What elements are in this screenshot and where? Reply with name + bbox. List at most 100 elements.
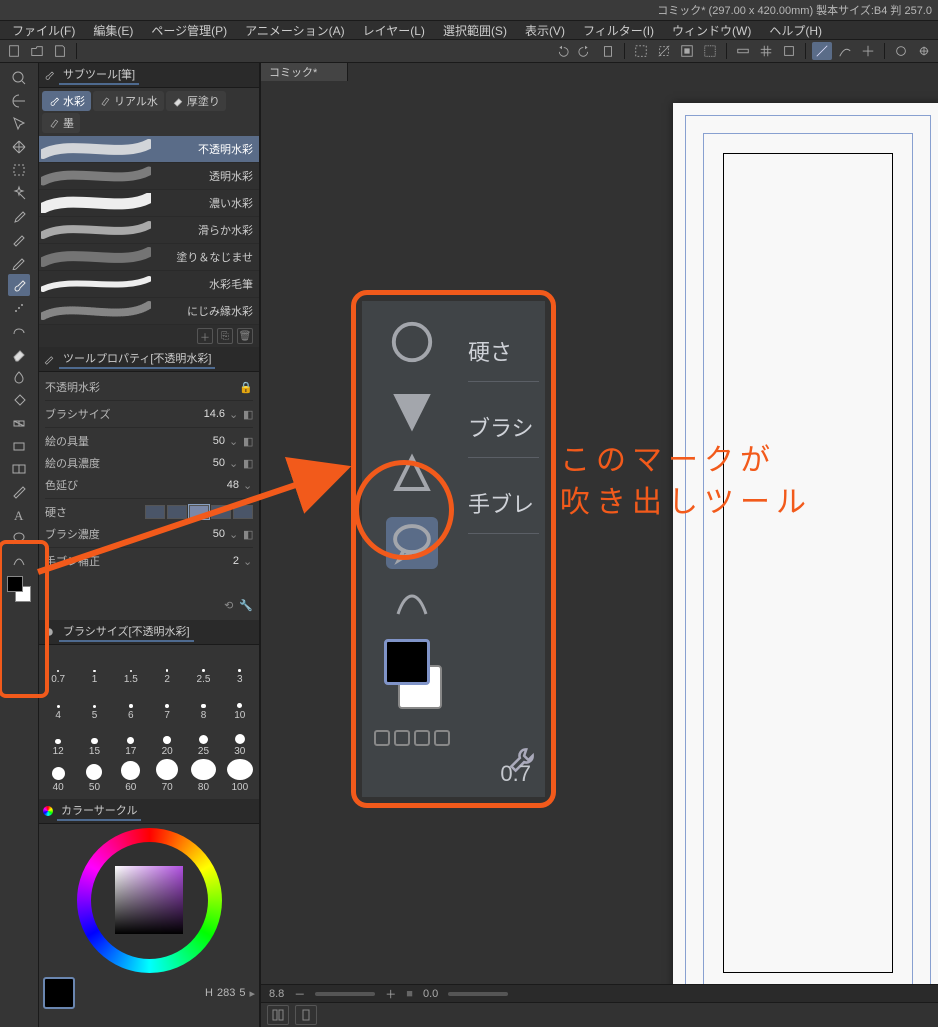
tool-operation[interactable] [8,113,30,135]
lock-icon[interactable]: 🔒 [239,381,253,394]
brushsize-cell[interactable]: 40 [41,759,75,793]
tb-border-icon[interactable] [700,42,720,60]
tool-gradient[interactable] [8,412,30,434]
page-layout-icon[interactable] [267,1005,289,1025]
add-brush-icon[interactable]: ＋ [197,328,213,344]
tb-save-icon[interactable] [50,42,70,60]
tool-ruler-icon[interactable] [8,481,30,503]
brushsize-cell[interactable]: 60 [114,759,148,793]
menu-layer[interactable]: レイヤー(L) [357,21,431,40]
tool-text[interactable]: A [8,504,30,526]
zoom-out-icon[interactable]: － [294,986,305,1002]
canvas-page[interactable] [673,103,938,1023]
menu-edit[interactable]: 編集(E) [87,21,139,40]
brushsize-cell[interactable]: 15 [77,723,111,757]
brushsize-cell[interactable]: 25 [186,723,220,757]
hardness-cells[interactable] [145,505,253,519]
tool-pencil[interactable] [8,251,30,273]
prop-paint-amount[interactable]: 絵の具量 50 ⌄◧ [45,430,253,452]
dynamics-icon[interactable]: ◧ [243,408,253,421]
copy-brush-icon[interactable]: ⎘ [217,328,233,344]
menu-select[interactable]: 選択範囲(S) [437,21,513,40]
brush-item[interactable]: 濃い水彩 [39,190,259,217]
brushsize-cell[interactable]: 3 [223,651,257,685]
brushsize-cell[interactable]: 12 [41,723,75,757]
menu-view[interactable]: 表示(V) [519,21,571,40]
tb-invert-icon[interactable] [677,42,697,60]
tool-eyedropper[interactable] [8,205,30,227]
prop-brushsize[interactable]: ブラシサイズ 14.6 ⌄ ◧ [45,403,253,425]
prop-hardness[interactable]: 硬さ [45,501,253,523]
tb-snap-icon[interactable] [812,42,832,60]
tool-zoom[interactable] [8,67,30,89]
tool-select-wand[interactable] [8,182,30,204]
prop-stabilize[interactable]: 手ブレ補正 2 ⌄ [45,550,253,572]
angle-slider[interactable] [448,992,508,996]
brushsize-cell[interactable]: 80 [186,759,220,793]
zoom-value[interactable]: 8.8 [269,988,284,1000]
document-tab[interactable]: コミック* [261,63,348,81]
angle-value[interactable]: 0.0 [423,988,438,1000]
menu-animation[interactable]: アニメーション(A) [239,21,351,40]
page-single-icon[interactable] [295,1005,317,1025]
tool-pen[interactable] [8,228,30,250]
delete-brush-icon[interactable]: 🗑 [237,328,253,344]
brushsize-cell[interactable]: 5 [77,687,111,721]
reset-icon[interactable]: ⟲ [224,599,233,612]
tb-snap-special-icon[interactable] [858,42,878,60]
brushsize-cell[interactable]: 0.7 [41,651,75,685]
zoom-in-icon[interactable]: ＋ [385,986,396,1002]
tool-deco[interactable] [8,320,30,342]
menu-page[interactable]: ページ管理(P) [145,21,233,40]
prop-brush-density[interactable]: ブラシ濃度 50 ⌄◧ [45,523,253,545]
brush-item[interactable]: にじみ縁水彩 [39,298,259,325]
tb-ruler-icon[interactable] [733,42,753,60]
menu-help[interactable]: ヘルプ(H) [763,21,828,40]
brushsize-cell[interactable]: 17 [114,723,148,757]
tool-figure[interactable] [8,435,30,457]
brushsize-cell[interactable]: 70 [150,759,184,793]
zoom-slider[interactable] [315,992,375,996]
tb-new-icon[interactable] [4,42,24,60]
tool-fill[interactable] [8,389,30,411]
tb-store-icon[interactable] [914,42,934,60]
tool-correct-line[interactable] [8,550,30,572]
tb-redo-icon[interactable] [575,42,595,60]
prop-color-extend[interactable]: 色延び 48 ⌄ [45,474,253,496]
brushsize-cell[interactable]: 2 [150,651,184,685]
menu-window[interactable]: ウィンドウ(W) [666,21,757,40]
brushsize-cell[interactable]: 20 [150,723,184,757]
brush-item[interactable]: 透明水彩 [39,163,259,190]
channel-toggle-icon[interactable]: ▸ [249,987,255,1000]
tb-undo-icon[interactable] [552,42,572,60]
brushsize-cell[interactable]: 10 [223,687,257,721]
brushsize-cell[interactable]: 7 [150,687,184,721]
tool-layer-move[interactable] [8,136,30,158]
brush-item[interactable]: 水彩毛筆 [39,271,259,298]
tb-transform-icon[interactable] [779,42,799,60]
prop-paint-density[interactable]: 絵の具濃度 50 ⌄◧ [45,452,253,474]
current-color-swatch[interactable] [43,977,75,1009]
brush-item[interactable]: 不透明水彩 [39,136,259,163]
tb-open-icon[interactable] [27,42,47,60]
tb-deselect-icon[interactable] [654,42,674,60]
brushsize-cell[interactable]: 50 [77,759,111,793]
brushsize-cell[interactable]: 1 [77,651,111,685]
tb-grid-icon[interactable] [756,42,776,60]
subtab-real[interactable]: リアル水 [93,91,164,111]
tb-select-all-icon[interactable] [631,42,651,60]
tb-snap-curve-icon[interactable] [835,42,855,60]
color-ring[interactable] [77,828,222,973]
subtab-watercolor[interactable]: 水彩 [42,91,91,111]
tb-delete-icon[interactable] [598,42,618,60]
menu-filter[interactable]: フィルター(I) [577,21,660,40]
tool-balloon[interactable] [8,527,30,549]
tb-settings-icon[interactable] [891,42,911,60]
tool-frame[interactable] [8,458,30,480]
color-square[interactable] [115,866,183,934]
wrench-icon[interactable]: 🔧 [239,599,253,612]
chevron-down-icon[interactable]: ⌄ [229,408,239,421]
color-swatch-toggle[interactable] [7,576,31,602]
menu-file[interactable]: ファイル(F) [6,21,81,40]
brushsize-cell[interactable]: 30 [223,723,257,757]
